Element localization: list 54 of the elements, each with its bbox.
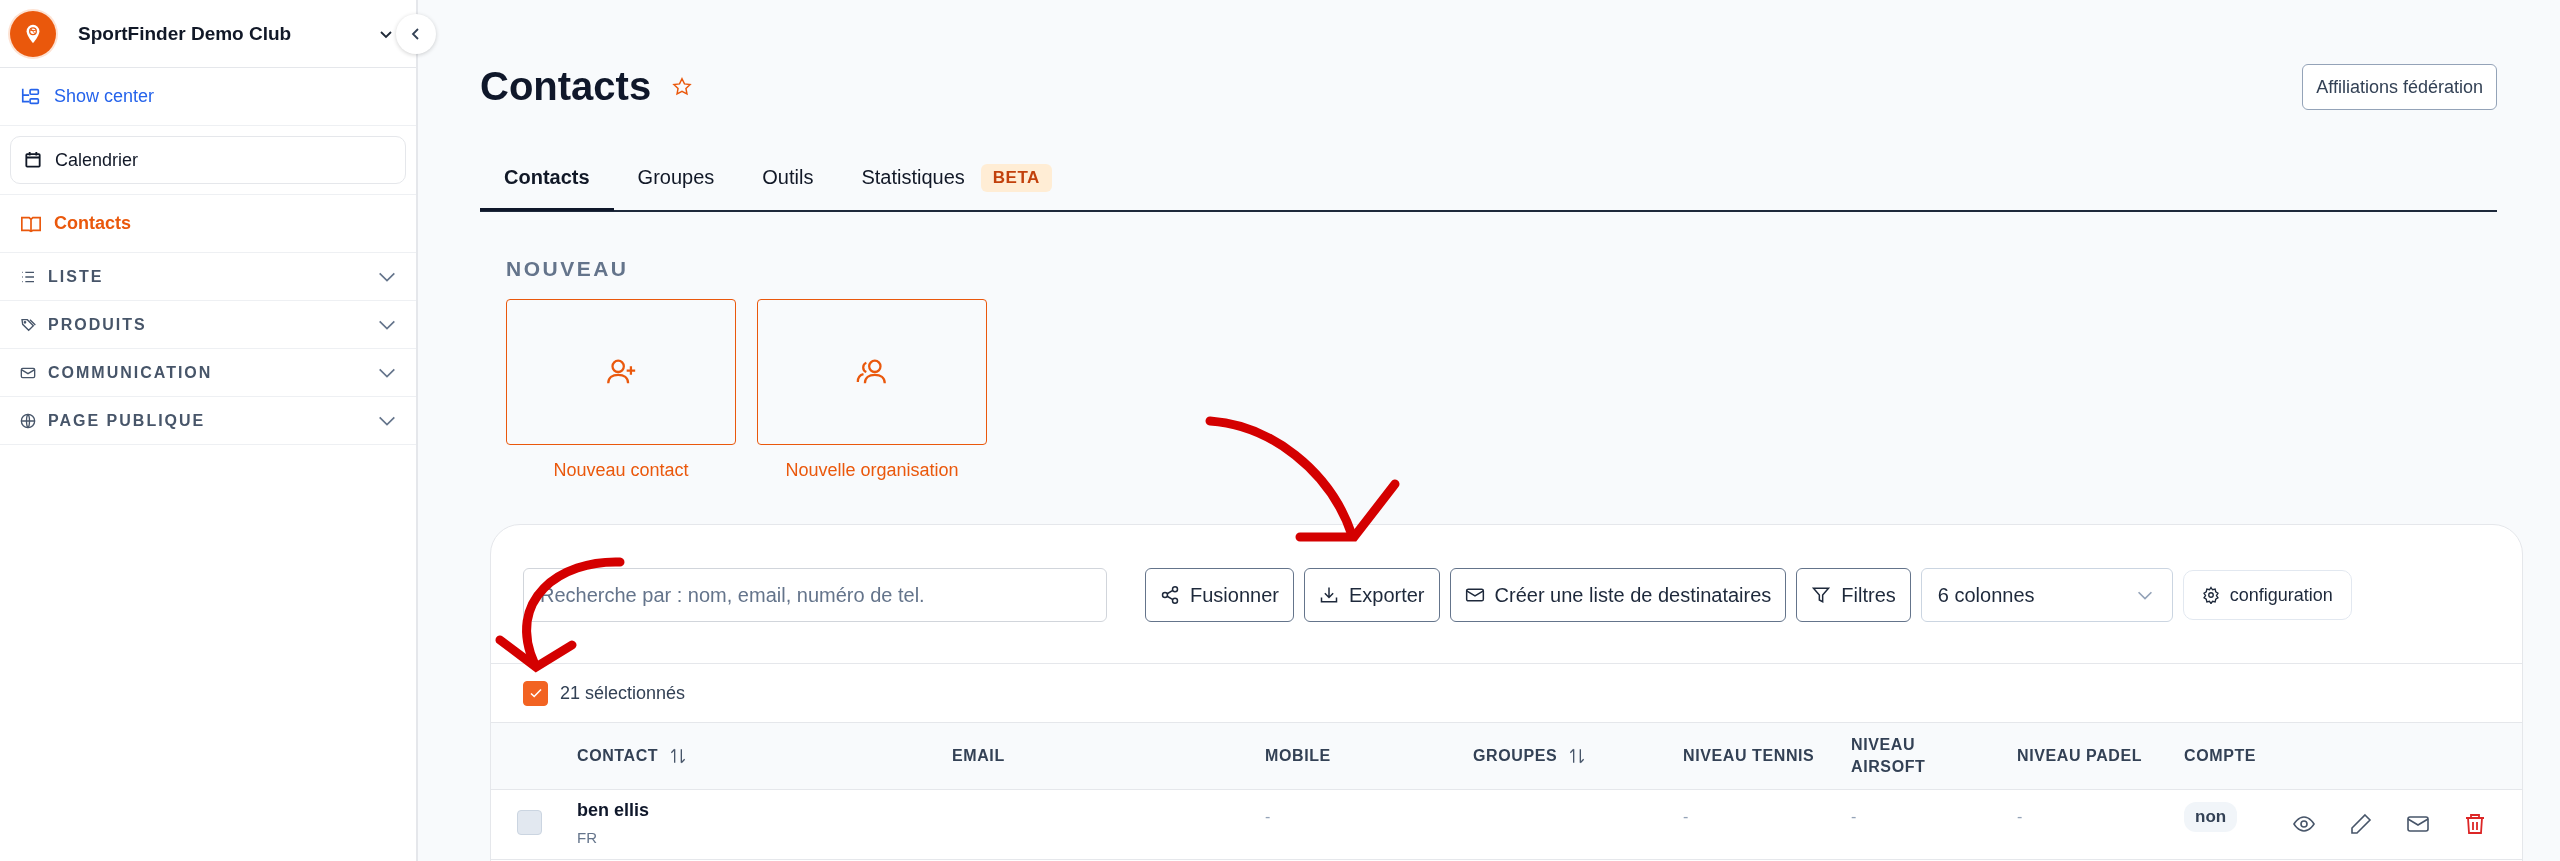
toolbar-button[interactable]: Fusionner — [1145, 568, 1294, 622]
sidebar-section[interactable]: LISTE — [0, 253, 416, 301]
club-logo-icon — [10, 10, 56, 57]
sidebar-item[interactable]: Show center — [0, 68, 416, 126]
columns-dropdown[interactable]: 6 colonnes — [1920, 568, 2173, 622]
column-header: NIVEAU PADEL — [2017, 745, 2143, 766]
tab[interactable]: Outils — [738, 147, 838, 211]
table-cell: - — [1851, 808, 1857, 826]
affiliations-button[interactable]: Affiliations fédération — [2302, 64, 2497, 110]
search-field[interactable]: Recherche par : nom, email, numéro de tel. — [523, 568, 1107, 622]
column-header: COMPTE — [2184, 745, 2257, 766]
calendar-button[interactable]: Calendrier — [10, 136, 406, 184]
edit-icon[interactable] — [2349, 812, 2373, 836]
settings-icon — [2201, 586, 2220, 604]
tab[interactable]: Groupes — [613, 147, 739, 211]
tags-icon — [20, 316, 36, 333]
new-card-button[interactable] — [506, 299, 736, 445]
toolbar-button[interactable]: Filtres — [1796, 568, 1911, 622]
sidebar-section[interactable]: PAGE PUBLIQUE — [0, 397, 416, 445]
row-checkbox[interactable] — [517, 810, 542, 835]
column-header: MOBILE — [1265, 745, 1331, 766]
table-cell: - — [2017, 808, 2023, 826]
table-cell: - — [1265, 808, 1271, 826]
column-header: NIVEAU TENNIS — [1683, 745, 1815, 766]
sidebar-section[interactable]: PRODUITS — [0, 301, 416, 349]
selection-count: 21 sélectionnés — [560, 682, 686, 704]
globe-icon — [20, 412, 36, 429]
delete-icon[interactable] — [2463, 812, 2487, 836]
page-title: Contacts — [480, 64, 652, 109]
filter-icon — [1811, 585, 1832, 605]
configuration-button[interactable]: configuration — [2182, 570, 2352, 620]
column-header[interactable]: GROUPES — [1473, 744, 1588, 768]
column-header[interactable]: CONTACT — [577, 744, 689, 768]
star-icon[interactable] — [671, 76, 694, 98]
column-header: NIVEAU AIRSOFT — [1851, 734, 1927, 777]
beta-badge: BETA — [980, 164, 1052, 192]
tab[interactable]: Contacts — [480, 147, 614, 211]
select-all-checkbox[interactable] — [523, 680, 548, 706]
toolbar-button[interactable]: Créer une liste de destinataires — [1449, 568, 1787, 622]
toolbar-button[interactable]: Exporter — [1303, 568, 1440, 622]
calendar-icon — [23, 150, 43, 170]
download-icon — [1318, 585, 1339, 605]
table-cell: - — [1683, 808, 1689, 826]
account-status: non — [2184, 802, 2238, 832]
new-card-button[interactable] — [757, 299, 987, 445]
sidebar-section[interactable]: COMMUNICATION — [0, 349, 416, 397]
contact-country: FR — [577, 829, 597, 846]
club-name[interactable]: SportFinder Demo Club — [78, 22, 292, 45]
contact-name[interactable]: ben ellis — [577, 800, 650, 821]
section-heading: NOUVEAU — [506, 257, 630, 281]
share-icon — [1160, 585, 1180, 605]
column-header: EMAIL — [952, 745, 1005, 766]
sidebar-item[interactable]: Contacts — [0, 195, 416, 253]
mail-icon — [1464, 585, 1485, 605]
